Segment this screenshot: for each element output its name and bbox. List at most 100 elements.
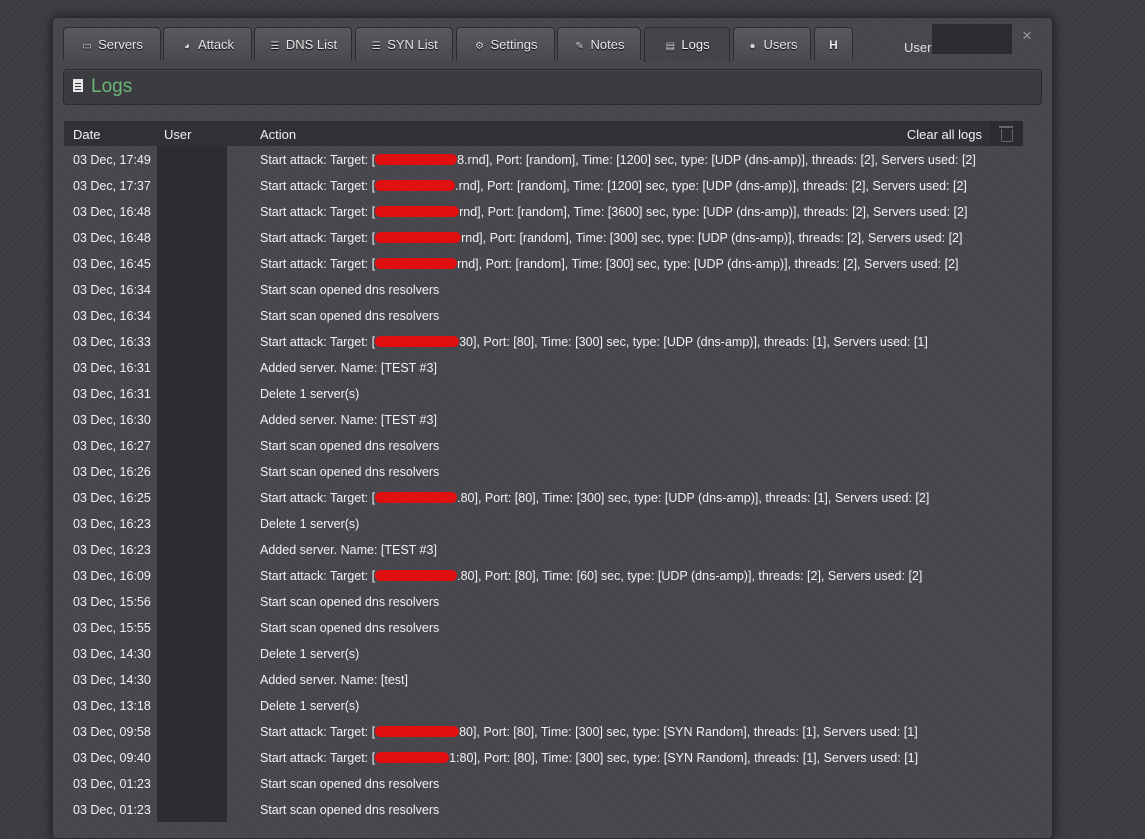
log-date: 03 Dec, 16:27 <box>73 439 151 453</box>
tab-syn-list[interactable]: ☰ SYN List <box>355 27 453 60</box>
log-row: 03 Dec, 01:23 Start scan opened dns resol… <box>64 770 1023 796</box>
log-date: 03 Dec, 17:37 <box>73 179 151 193</box>
log-user-redacted <box>157 796 227 822</box>
log-list: 03 Dec, 17:49 Start attack: Target: [8.rn… <box>64 146 1023 822</box>
log-user-redacted <box>157 692 227 718</box>
log-date: 03 Dec, 16:26 <box>73 465 151 479</box>
panel-window: ▭ Servers ◕ Attack ☰ DNS List ☰ SYN List ⚙ Se… <box>52 17 1053 839</box>
log-action: Start attack: Target: [.80], Port: [80],… <box>260 491 929 505</box>
log-action-text: Start scan opened dns resolvers <box>260 595 440 609</box>
log-date: 03 Dec, 16:25 <box>73 491 151 505</box>
log-row: 03 Dec, 16:31 Added server. Name: [TEST #… <box>64 354 1023 380</box>
log-action-text: Delete 1 server(s) <box>260 387 360 401</box>
log-user-redacted <box>157 432 227 458</box>
tab-servers[interactable]: ▭ Servers <box>63 27 161 60</box>
table-header: Date User Action Clear all logs <box>64 121 1023 146</box>
trash-icon[interactable] <box>989 121 1023 146</box>
log-date: 03 Dec, 09:40 <box>73 751 151 765</box>
document-icon: ▤ <box>665 41 676 52</box>
log-action-text: Start scan opened dns resolvers <box>260 309 440 323</box>
log-action-text: Added server. Name: [TEST #3] <box>260 543 437 557</box>
log-user-redacted <box>157 354 227 380</box>
log-date: 03 Dec, 15:55 <box>73 621 151 635</box>
redaction-mark <box>375 336 460 348</box>
log-user-redacted <box>157 536 227 562</box>
log-row: 03 Dec, 15:55 Start scan opened dns resol… <box>64 614 1023 640</box>
column-header-date: Date <box>73 127 101 142</box>
log-user-redacted <box>157 224 227 250</box>
log-row: 03 Dec, 16:34 Start scan opened dns resol… <box>64 276 1023 302</box>
log-date: 03 Dec, 16:31 <box>73 387 151 401</box>
log-row: 03 Dec, 16:23 Delete 1 server(s) <box>64 510 1023 536</box>
column-header-action: Action <box>260 127 297 142</box>
log-date: 03 Dec, 15:56 <box>73 595 151 609</box>
log-user-redacted <box>157 406 227 432</box>
log-action: Delete 1 server(s) <box>260 517 359 531</box>
log-action-text: 80], Port: [80], Time: [300] sec, type: … <box>459 725 918 739</box>
log-row: 03 Dec, 09:40 Start attack: Target: [1:80… <box>64 744 1023 770</box>
log-action: Start scan opened dns resolvers <box>260 439 439 453</box>
log-action: Delete 1 server(s) <box>260 387 359 401</box>
log-action-text: Start attack: Target: [ <box>260 335 376 349</box>
tab-notes[interactable]: ✎ Notes <box>557 27 641 60</box>
log-user-redacted <box>157 510 227 536</box>
log-action-text: 1:80], Port: [80], Time: [300] sec, type… <box>449 751 919 765</box>
log-action: Start attack: Target: [.rnd], Port: [ran… <box>260 179 967 193</box>
log-action: Start attack: Target: [.80], Port: [80],… <box>260 569 922 583</box>
log-action-text: 30], Port: [80], Time: [300] sec, type: … <box>459 335 928 349</box>
log-user-redacted <box>157 588 227 614</box>
log-row: 03 Dec, 16:34 Start scan opened dns resol… <box>64 302 1023 328</box>
log-action-text: 8.rnd], Port: [random], Time: [1200] sec… <box>457 153 976 167</box>
log-row: 03 Dec, 16:30 Added server. Name: [TEST #… <box>64 406 1023 432</box>
log-date: 03 Dec, 16:34 <box>73 283 151 297</box>
log-action: Start attack: Target: [80], Port: [80], … <box>260 725 918 739</box>
redaction-mark <box>375 726 460 738</box>
log-user-redacted <box>157 744 227 770</box>
tab-h[interactable]: H <box>814 27 853 60</box>
log-action-text: Start attack: Target: [ <box>260 231 376 245</box>
close-icon[interactable]: × <box>1022 26 1032 46</box>
log-row: 03 Dec, 16:27 Start scan opened dns resol… <box>64 432 1023 458</box>
log-action: Start scan opened dns resolvers <box>260 595 439 609</box>
log-user-redacted <box>157 250 227 276</box>
log-user-redacted <box>157 146 227 172</box>
user-label: User <box>904 40 932 55</box>
log-row: 03 Dec, 16:31 Delete 1 server(s) <box>64 380 1023 406</box>
redaction-mark <box>375 570 458 582</box>
log-user-redacted <box>157 770 227 796</box>
page-title: Logs <box>91 76 133 97</box>
log-action: Start scan opened dns resolvers <box>260 465 439 479</box>
log-row: 03 Dec, 17:37 Start attack: Target: [.rnd… <box>64 172 1023 198</box>
log-user-redacted <box>157 458 227 484</box>
log-action-text: Start scan opened dns resolvers <box>260 439 440 453</box>
log-action-text: rnd], Port: [random], Time: [300] sec, t… <box>457 257 959 271</box>
log-row: 03 Dec, 14:30 Delete 1 server(s) <box>64 640 1023 666</box>
tab-settings[interactable]: ⚙ Settings <box>456 27 555 60</box>
log-action: Added server. Name: [TEST #3] <box>260 361 437 375</box>
log-action-text: Start attack: Target: [ <box>260 569 376 583</box>
log-date: 03 Dec, 16:48 <box>73 205 151 219</box>
log-row: 03 Dec, 15:56 Start scan opened dns resol… <box>64 588 1023 614</box>
log-user-redacted <box>157 640 227 666</box>
tab-dns-list[interactable]: ☰ DNS List <box>254 27 352 60</box>
redaction-mark <box>375 752 450 764</box>
log-action: Start scan opened dns resolvers <box>260 621 439 635</box>
log-action-text: Start attack: Target: [ <box>260 257 376 271</box>
log-action-text: Delete 1 server(s) <box>260 517 360 531</box>
tab-logs[interactable]: ▤ Logs <box>644 27 730 62</box>
clear-all-logs-button[interactable]: Clear all logs <box>907 127 982 142</box>
log-row: 03 Dec, 16:25 Start attack: Target: [.80]… <box>64 484 1023 510</box>
log-user-redacted <box>157 380 227 406</box>
log-date: 03 Dec, 16:34 <box>73 309 151 323</box>
list-icon: ☰ <box>371 41 381 52</box>
list-icon: ☰ <box>270 41 280 52</box>
log-row: 03 Dec, 16:48 Start attack: Target: [rnd]… <box>64 198 1023 224</box>
log-row: 03 Dec, 16:48 Start attack: Target: [rnd]… <box>64 224 1023 250</box>
tab-users[interactable]: ● Users <box>733 27 811 60</box>
log-user-redacted <box>157 718 227 744</box>
log-action: Added server. Name: [test] <box>260 673 408 687</box>
tab-attack[interactable]: ◕ Attack <box>163 27 252 60</box>
log-row: 03 Dec, 13:18 Delete 1 server(s) <box>64 692 1023 718</box>
redaction-mark <box>375 154 458 166</box>
log-action: Start scan opened dns resolvers <box>260 803 439 817</box>
